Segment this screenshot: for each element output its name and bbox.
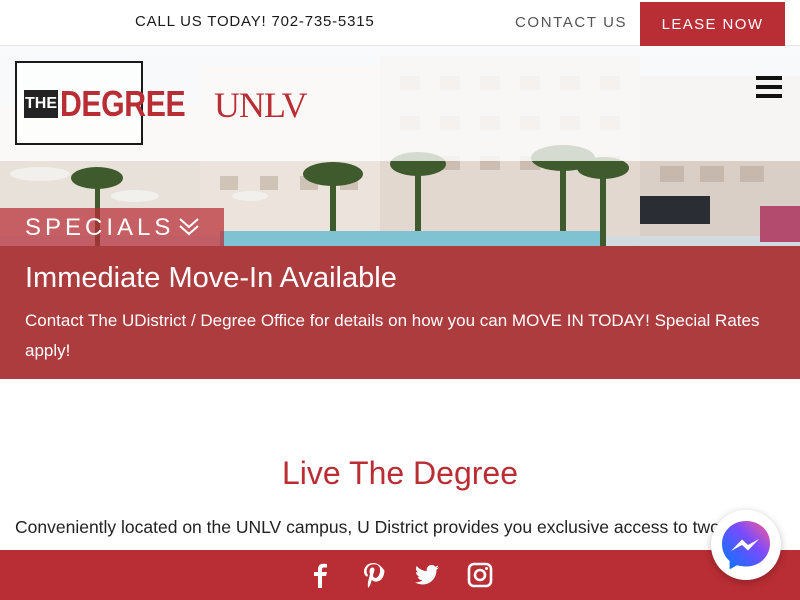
messenger-chat-button[interactable]	[711, 510, 781, 580]
section-title: Live The Degree	[282, 455, 518, 491]
specials-label: SPECIALS	[25, 214, 175, 241]
phone-cta[interactable]: CALL US TODAY! 702-735-5315	[135, 13, 375, 30]
twitter-icon[interactable]	[414, 562, 440, 588]
social-bar	[0, 550, 800, 600]
top-bar: CALL US TODAY! 702-735-5315 CONTACT US L…	[0, 0, 800, 46]
special-title: Immediate Move-In Available	[25, 262, 397, 294]
logo-degree-wordmark: DEGREE	[60, 83, 186, 124]
logo-the-mark: THE	[24, 90, 58, 118]
hero-banner: THE DEGREE UNLV SPECIALS Immediate Move-…	[0, 46, 800, 379]
facebook-icon[interactable]	[307, 562, 333, 588]
instagram-icon[interactable]	[467, 562, 493, 588]
site-header: THE DEGREE UNLV	[0, 46, 800, 161]
special-offer-panel: Immediate Move-In Available Contact The …	[0, 246, 800, 379]
lease-now-button[interactable]: LEASE NOW	[640, 2, 785, 46]
special-description: Contact The UDistrict / Degree Office fo…	[25, 311, 760, 360]
unlv-logo[interactable]: UNLV	[214, 84, 308, 126]
menu-hamburger-icon[interactable]	[756, 76, 782, 100]
the-degree-logo[interactable]: THE DEGREE	[15, 61, 186, 145]
specials-toggle[interactable]: SPECIALS	[0, 208, 224, 246]
double-chevron-down-icon	[179, 218, 199, 236]
pinterest-icon[interactable]	[360, 562, 386, 588]
intro-paragraph: Conveniently located on the UNLV campus,…	[15, 517, 765, 537]
messenger-icon	[722, 521, 770, 570]
contact-us-link[interactable]: CONTACT US	[515, 14, 627, 31]
